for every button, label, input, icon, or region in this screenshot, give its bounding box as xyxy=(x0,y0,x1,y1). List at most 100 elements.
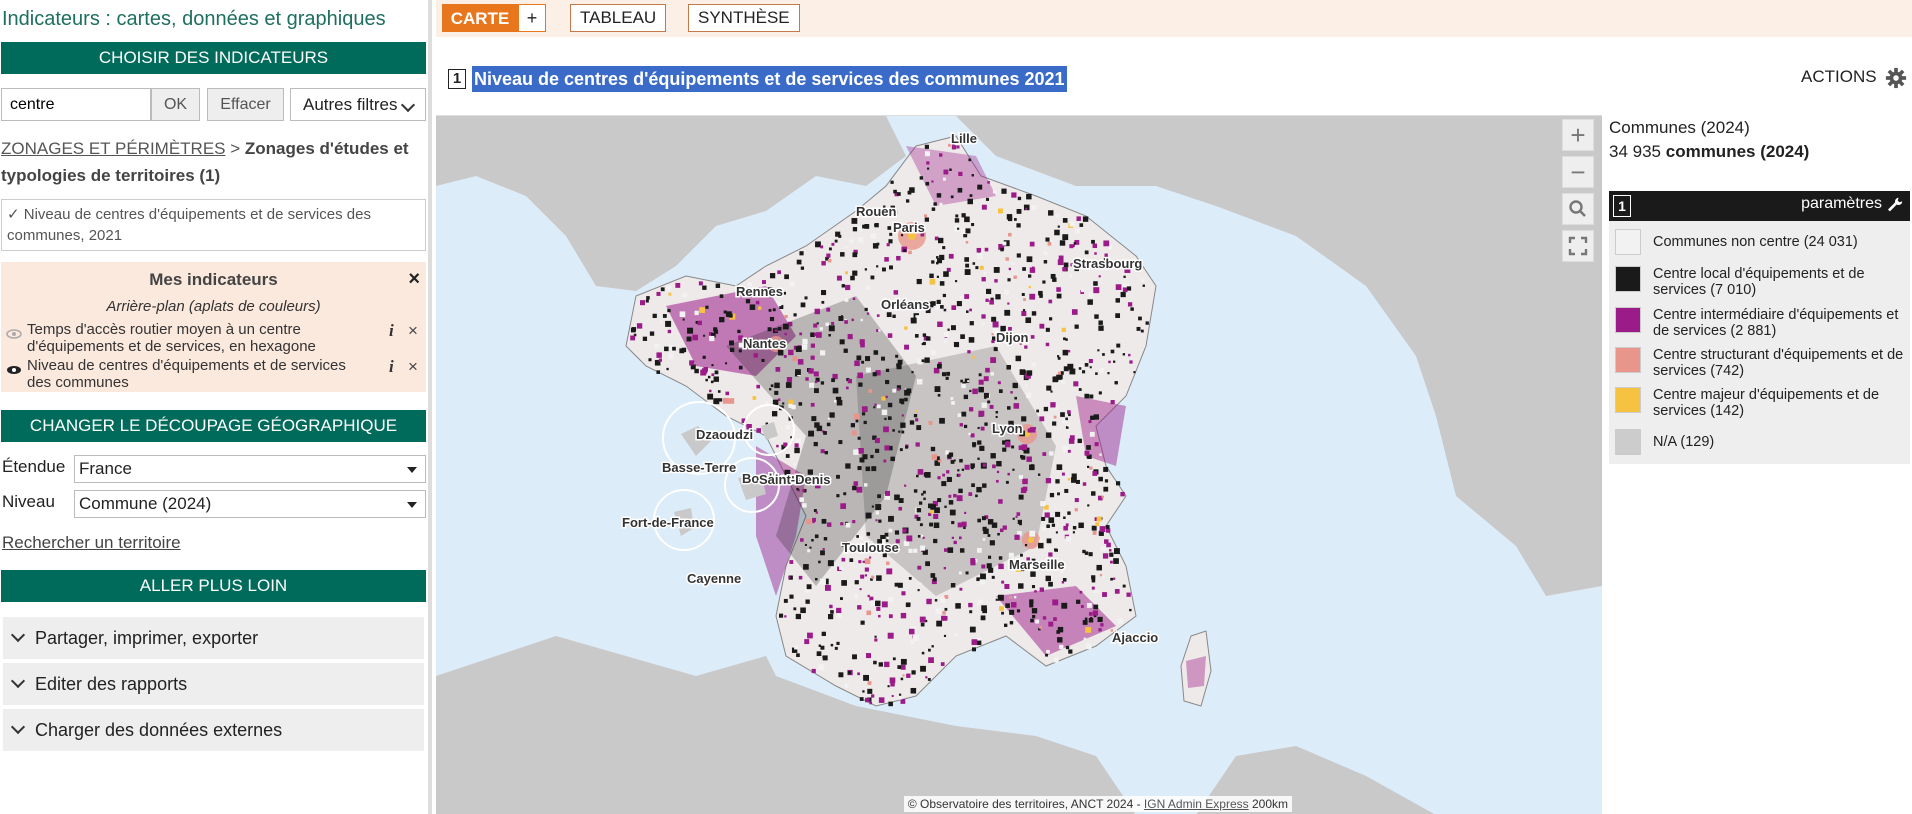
wrench-icon[interactable] xyxy=(1886,196,1904,214)
info-icon[interactable]: i xyxy=(389,357,394,377)
place-rouen: Rouen xyxy=(856,204,897,219)
legend-header: 1 paramètres xyxy=(1609,191,1910,221)
add-map-button[interactable]: + xyxy=(518,4,546,32)
extent-value: France xyxy=(79,459,132,478)
level-value: Commune (2024) xyxy=(79,494,212,513)
legend-swatch xyxy=(1615,387,1641,413)
level-select[interactable]: Commune (2024) xyxy=(74,490,426,518)
place-paris: Paris xyxy=(893,220,925,235)
search-territory-link[interactable]: Rechercher un territoire xyxy=(2,533,181,553)
legend-label: Centre structurant d'équipements et de s… xyxy=(1653,347,1904,379)
eye-icon[interactable] xyxy=(6,365,22,375)
breadcrumb-link-zonages[interactable]: ZONAGES ET PÉRIMÈTRES xyxy=(1,139,226,158)
go-further-header[interactable]: ALLER PLUS LOIN xyxy=(1,570,426,602)
legend-label: Centre majeur d'équipements et de servic… xyxy=(1653,387,1880,419)
place-dijon: Dijon xyxy=(996,330,1029,345)
close-icon[interactable]: × xyxy=(408,268,420,291)
info-icon[interactable]: i xyxy=(389,321,394,341)
place-marseille: Marseille xyxy=(1009,557,1065,572)
indicator-item[interactable]: Temps d'accès routier moyen à un centre … xyxy=(1,321,426,357)
ok-button[interactable]: OK xyxy=(151,88,200,121)
accordion-reports[interactable]: Editer des rapports xyxy=(3,663,424,705)
place-saint-denis: Saint-Denis xyxy=(759,472,831,487)
level-label: Niveau xyxy=(2,492,55,511)
legend-swatch xyxy=(1615,347,1641,373)
change-geography-header[interactable]: CHANGER LE DÉCOUPAGE GÉOGRAPHIQUE xyxy=(1,410,426,442)
place-basse-terre: Basse-Terre xyxy=(662,460,736,475)
indicator-label: Niveau de centres d'équipements et de se… xyxy=(27,357,346,391)
app-title: Indicateurs : cartes, données et graphiq… xyxy=(2,8,386,30)
attribution-text: © Observatoire des territoires, ANCT 202… xyxy=(907,797,1144,811)
legend-level: Communes (2024) xyxy=(1609,118,1750,137)
my-indicators-subtitle: Arrière-plan (aplats de couleurs) xyxy=(106,298,321,315)
chevron-down-icon xyxy=(400,97,416,113)
attribution-link[interactable]: IGN Admin Express xyxy=(1144,797,1249,811)
fullscreen-icon xyxy=(1568,236,1588,256)
extent-label: Étendue xyxy=(2,457,66,476)
place-strasbourg: Strasbourg xyxy=(1073,256,1142,271)
legend-swatch xyxy=(1615,307,1641,333)
place-cayenne: Cayenne xyxy=(687,571,741,586)
legend-body: Communes non centre (24 031) Centre loca… xyxy=(1609,221,1910,464)
eye-hidden-icon[interactable] xyxy=(6,329,22,339)
choose-indicators-header[interactable]: CHOISIR DES INDICATEURS xyxy=(1,42,426,74)
legend-number-badge: 1 xyxy=(1613,195,1631,217)
search-input[interactable] xyxy=(1,88,151,121)
iberia-land xyxy=(436,636,1136,814)
map-title-text: Niveau de centres d'équipements et de se… xyxy=(472,66,1067,92)
breadcrumb-separator: > xyxy=(225,139,245,158)
place-toulouse: Toulouse xyxy=(842,540,899,555)
legend-swatch xyxy=(1615,229,1641,255)
place-fort-de-france: Fort-de-France xyxy=(622,515,714,530)
legend-label: Communes non centre (24 031) xyxy=(1653,234,1858,250)
legend-count-value: 34 935 xyxy=(1609,142,1661,161)
map-number-badge: 1 xyxy=(448,69,466,89)
params-button[interactable]: paramètres xyxy=(1801,195,1882,213)
place-orleans: Orléans xyxy=(881,297,929,312)
extent-select[interactable]: France xyxy=(74,455,426,483)
map-canvas[interactable]: Lille Rouen Paris Strasbourg Rennes Orlé… xyxy=(436,115,1602,814)
place-lille: Lille xyxy=(951,131,977,146)
indicator-item[interactable]: Niveau de centres d'équipements et de se… xyxy=(1,357,426,393)
scale-label: 200km xyxy=(1251,797,1288,811)
clear-button[interactable]: Effacer xyxy=(207,88,284,121)
gear-icon[interactable] xyxy=(1885,67,1907,89)
caret-down-icon xyxy=(407,467,417,473)
search-button[interactable] xyxy=(1562,193,1594,225)
map-attribution: © Observatoire des territoires, ANCT 202… xyxy=(903,796,1292,812)
legend-count-unit: communes (2024) xyxy=(1665,142,1810,161)
zoom-out-button[interactable]: − xyxy=(1562,156,1594,188)
other-filters-button[interactable]: Autres filtres xyxy=(290,88,426,121)
legend-label: Centre local d'équipements et de service… xyxy=(1653,266,1865,298)
remove-icon[interactable]: × xyxy=(408,321,418,341)
my-indicators-title: Mes indicateurs xyxy=(149,270,278,289)
accordion-label: Editer des rapports xyxy=(35,674,188,694)
map-svg: Lille Rouen Paris Strasbourg Rennes Orlé… xyxy=(436,116,1602,814)
legend-swatch xyxy=(1615,429,1641,455)
tab-tableau[interactable]: TABLEAU xyxy=(570,4,667,32)
accordion-share[interactable]: Partager, imprimer, exporter xyxy=(3,617,424,659)
chevron-down-icon xyxy=(10,719,26,735)
accordion-label: Partager, imprimer, exporter xyxy=(35,628,259,648)
actions-button[interactable]: ACTIONS xyxy=(1801,67,1877,87)
my-indicators-panel: Mes indicateurs × Arrière-plan (aplats d… xyxy=(1,262,426,392)
zoom-in-button[interactable]: + xyxy=(1562,119,1594,151)
other-filters-label: Autres filtres xyxy=(303,95,398,114)
tab-synthese[interactable]: SYNTHÈSE xyxy=(688,4,800,32)
legend-swatch xyxy=(1615,266,1641,292)
legend-count: 34 935 communes (2024) xyxy=(1609,142,1912,162)
remove-icon[interactable]: × xyxy=(408,357,418,377)
legend-label: Centre intermédiaire d'équipements et de… xyxy=(1653,307,1899,339)
accordion-label: Charger des données externes xyxy=(35,720,283,740)
chevron-down-icon xyxy=(10,627,26,643)
legend-panel: Communes (2024) 34 935 communes (2024) 1… xyxy=(1609,118,1912,464)
fullscreen-button[interactable] xyxy=(1562,230,1594,262)
tab-carte[interactable]: CARTE xyxy=(442,4,518,32)
chevron-down-icon xyxy=(10,673,26,689)
view-tabs-bar: CARTE + TABLEAU SYNTHÈSE xyxy=(436,0,1912,37)
search-icon xyxy=(1569,200,1586,217)
selected-indicator[interactable]: ✓ Niveau de centres d'équipements et de … xyxy=(1,199,426,251)
accordion-external-data[interactable]: Charger des données externes xyxy=(3,709,424,751)
place-dzaoudzi: Dzaoudzi xyxy=(696,427,753,442)
place-nantes: Nantes xyxy=(743,336,786,351)
